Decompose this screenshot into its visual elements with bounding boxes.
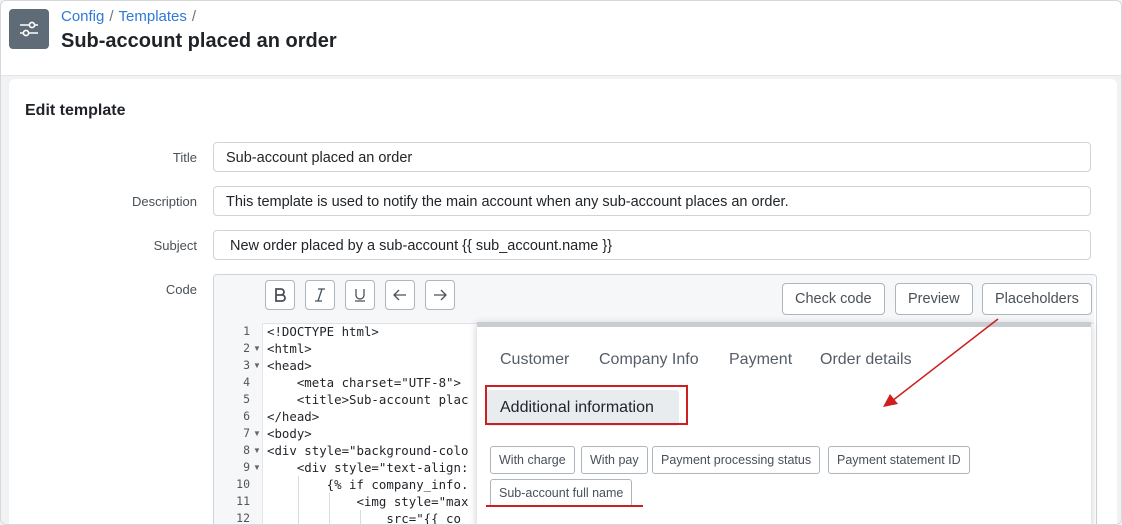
placeholder-with-charge[interactable]: With charge: [490, 446, 575, 474]
fold-arrow-icon[interactable]: ▼: [253, 442, 261, 459]
line-number: 1: [243, 324, 250, 338]
undo-arrow-icon: [393, 289, 406, 301]
code-line: <!DOCTYPE html>: [267, 324, 379, 339]
check-code-button[interactable]: Check code: [782, 283, 885, 315]
code-line: <body>: [267, 426, 312, 441]
line-number: 7: [243, 426, 250, 440]
code-line: {% if company_info.: [267, 477, 469, 492]
breadcrumb-templates-link[interactable]: Templates: [119, 8, 187, 25]
redo-arrow-icon: [434, 289, 447, 301]
app-window: Config / Templates / Sub-account placed an …: [0, 0, 1122, 525]
undo-button[interactable]: [385, 280, 415, 310]
line-number: 10: [236, 477, 250, 491]
line-number: 2: [243, 341, 250, 355]
title-label: Title: [172, 150, 197, 165]
line-number: 9: [243, 460, 250, 474]
description-label: Description: [131, 194, 197, 209]
underline-button[interactable]: [345, 280, 375, 310]
placeholder-sub-account-full-name[interactable]: Sub-account full name: [490, 479, 633, 507]
tab-company-info[interactable]: Company Info: [599, 351, 699, 369]
code-line: <head>: [267, 358, 312, 373]
code-line: <html>: [267, 341, 312, 356]
code-label: Code: [165, 282, 197, 297]
tab-order-details[interactable]: Order details: [820, 351, 912, 369]
annotation-highlight-box: [485, 385, 688, 425]
breadcrumb-config-link[interactable]: Config: [61, 8, 104, 25]
breadcrumb: Config / Templates /: [61, 8, 197, 25]
placeholder-payment-processing-status[interactable]: Payment processing status: [652, 446, 821, 474]
placeholder-with-pay[interactable]: With pay: [581, 446, 648, 474]
description-input[interactable]: This template is used to notify the main…: [213, 186, 1091, 216]
page-header: Config / Templates / Sub-account placed an …: [1, 1, 1121, 76]
fold-arrow-icon[interactable]: ▼: [253, 425, 261, 442]
subject-label: Subject: [153, 238, 197, 253]
code-line: <div style="background-colo: [267, 443, 469, 458]
fold-arrow-icon[interactable]: ▼: [253, 340, 261, 357]
line-number: 4: [243, 375, 250, 389]
underline-icon: [355, 289, 365, 302]
code-line: <img style="max: [267, 494, 469, 509]
sliders-icon: [9, 9, 49, 49]
bold-button[interactable]: [265, 280, 295, 310]
code-line: src="{{ co: [267, 511, 461, 525]
code-line: </head>: [267, 409, 320, 424]
line-number: 5: [243, 392, 250, 406]
code-line: <div style="text-align:: [267, 460, 469, 475]
bold-icon: [275, 288, 286, 302]
page-title: Sub-account placed an order: [61, 30, 337, 52]
card-title: Edit template: [25, 102, 126, 119]
preview-button[interactable]: Preview: [895, 283, 973, 315]
line-number: 6: [243, 409, 250, 423]
code-line: <meta charset="UTF-8">: [267, 375, 461, 390]
tab-payment[interactable]: Payment: [729, 351, 792, 369]
subject-input[interactable]: New order placed by a sub-account {{ sub…: [213, 230, 1091, 260]
line-number: 12: [236, 511, 250, 525]
line-number: 3: [243, 358, 250, 372]
line-number: 11: [236, 494, 250, 508]
title-input[interactable]: Sub-account placed an order: [213, 142, 1091, 172]
placeholder-payment-statement-id[interactable]: Payment statement ID: [828, 446, 970, 474]
line-number: 8: [243, 443, 250, 457]
editor-toolbar: Check code Preview Placeholders: [214, 275, 1094, 324]
code-line: <title>Sub-account plac: [267, 392, 469, 407]
tab-customer[interactable]: Customer: [500, 351, 569, 369]
fold-arrow-icon[interactable]: ▼: [253, 459, 261, 476]
placeholders-button[interactable]: Placeholders: [982, 283, 1092, 315]
italic-icon: [315, 288, 325, 302]
fold-arrow-icon[interactable]: ▼: [253, 357, 261, 374]
placeholders-popup: Customer Company Info Payment Order deta…: [477, 322, 1091, 524]
italic-button[interactable]: [305, 280, 335, 310]
redo-button[interactable]: [425, 280, 455, 310]
annotation-underline: [486, 505, 643, 507]
line-number-gutter: 1 2 ▼ 3 ▼ 4 5 6 7 ▼ 8 ▼ 9 ▼ 10 11 12: [214, 323, 263, 525]
